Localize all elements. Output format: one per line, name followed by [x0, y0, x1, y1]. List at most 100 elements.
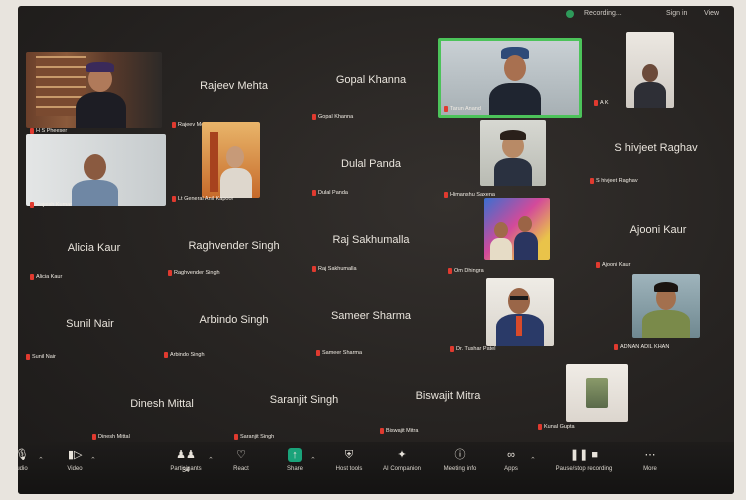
participant-tile-biswajit-mitra[interactable]: Biswajit Mitra Biswajit Mitra	[378, 380, 518, 440]
host-tools-label: Host tools	[335, 466, 363, 472]
participant-tile-ajooni-kaur[interactable]: Ajooni Kaur Ajooni Kaur	[590, 218, 726, 280]
microphone-icon: 🎙	[18, 449, 29, 461]
participant-name-label: Rajnish Kumar	[30, 202, 72, 208]
participant-name-label: Tarun Anand	[444, 106, 481, 112]
turban	[86, 62, 114, 72]
apps-icon: ∞	[507, 449, 515, 461]
participant-name: Raj Sakhumalla	[318, 266, 357, 272]
participant-name: Dinesh Mittal	[98, 434, 130, 440]
participant-name: S hivjeet Raghav	[596, 178, 638, 184]
participant-name: Sameer Sharma	[322, 350, 363, 356]
participant-tile-sunil-nair[interactable]: Sunil Nair Sunil Nair	[22, 304, 158, 368]
participant-video	[484, 198, 550, 260]
apps-options-chevron-icon[interactable]: ⌃	[530, 456, 536, 464]
muted-mic-icon	[538, 424, 542, 430]
participant-display-name: Rajeev Mehta	[200, 80, 268, 92]
share-options-chevron-icon[interactable]: ⌃	[310, 456, 316, 464]
participant-name: Tarun Anand	[450, 106, 481, 112]
participant-display-name: Saranjit Singh	[269, 394, 339, 406]
ai-companion-button[interactable]: ✦ AI Companion	[370, 448, 434, 472]
hair	[654, 282, 678, 292]
pause-stop-recording-button[interactable]: ❚❚ ■ Pause/stop recording	[542, 448, 626, 472]
participant-tile-shivjeet-raghav[interactable]: S hivjeet Raghav S hivjeet Raghav	[586, 126, 726, 200]
participant-name-label: Ajooni Kaur	[596, 262, 630, 268]
participant-tile-kunal-gupta[interactable]: Kunal Gupta	[522, 362, 642, 438]
pause-stop-label: Pause/stop recording	[555, 466, 613, 472]
muted-mic-icon	[450, 346, 454, 352]
participant-name: Sunil Nair	[32, 354, 56, 360]
participant-tile-raj-sakhumalla[interactable]: Raj Sakhumalla Raj Sakhumalla	[306, 214, 436, 282]
recording-label: Recording...	[584, 10, 622, 17]
participant-name: Arbindo Singh	[170, 352, 205, 358]
participant-name-label: Dulal Panda	[312, 190, 348, 196]
participant-name-label: Saranjit Singh	[234, 434, 274, 440]
participant-tile-tarun-anand[interactable]: Tarun Anand	[438, 38, 582, 118]
participant-name: Om Dhingra	[454, 268, 484, 274]
participant-body	[634, 82, 666, 108]
muted-mic-icon	[164, 352, 168, 358]
participant-tile-saranjit-singh[interactable]: Saranjit Singh Saranjit Singh	[234, 382, 374, 442]
muted-mic-icon	[234, 434, 238, 440]
participant-tile-om-dhingra[interactable]: Om Dhingra	[444, 198, 584, 278]
participant-name-label: Raghvender Singh	[168, 270, 220, 276]
participant-video	[26, 134, 166, 206]
participant-body	[494, 158, 532, 186]
participant-tile-rajnish-kumar[interactable]: Rajnish Kumar	[26, 134, 166, 210]
participant-name: Dulal Panda	[318, 190, 348, 196]
participant-display-name: Biswajit Mitra	[415, 390, 481, 402]
participant-tile-sameer-sharma[interactable]: Sameer Sharma Sameer Sharma	[306, 298, 436, 364]
participant-tile-gopal-khanna[interactable]: Gopal Khanna Gopal Khanna	[306, 52, 436, 134]
participant-avatar	[494, 222, 508, 238]
participant-tile-anil-kapoor[interactable]: Lt General Anil Kapoor	[168, 120, 304, 204]
muted-mic-icon	[596, 262, 600, 268]
participant-name: Ajooni Kaur	[602, 262, 631, 268]
participant-tile-tushar-patel[interactable]: Dr. Tushar Patel	[448, 278, 588, 358]
muted-mic-icon	[448, 268, 452, 274]
participant-tile-dinesh-mittal[interactable]: Dinesh Mittal Dinesh Mittal	[92, 384, 232, 442]
more-button[interactable]: ⋯ More	[622, 448, 678, 472]
muted-mic-icon	[444, 106, 448, 112]
participant-tile-himanshu-saxena[interactable]: Himanshu Saxena	[440, 120, 582, 200]
participant-body	[72, 180, 118, 206]
participant-body	[642, 310, 690, 338]
react-button[interactable]: ♡ React	[214, 448, 268, 472]
meeting-info-button[interactable]: ⓘ Meeting info	[428, 448, 492, 472]
participant-tile-ak[interactable]: A K	[590, 32, 720, 116]
participant-tile-adnan-adil-khan[interactable]: ADNAN ADIL KHAN	[596, 272, 722, 354]
participants-options-chevron-icon[interactable]: ⌃	[208, 456, 214, 464]
video-options-chevron-icon[interactable]: ⌃	[90, 456, 96, 464]
participant-name-label: ADNAN ADIL KHAN	[614, 344, 669, 350]
muted-mic-icon	[30, 202, 34, 208]
ai-companion-label: AI Companion	[382, 466, 422, 472]
more-label: More	[643, 466, 657, 472]
participants-label: Participants	[170, 466, 202, 472]
participant-tile-dulal-panda[interactable]: Dulal Panda Dulal Panda	[306, 134, 436, 208]
audio-options-chevron-icon[interactable]: ⌃	[38, 456, 44, 464]
muted-mic-icon	[316, 350, 320, 356]
participant-name: Alicia Kaur	[36, 274, 63, 280]
sign-in-link[interactable]: Sign in	[666, 10, 687, 17]
participant-tile-hs-pheeser[interactable]: H S Pheeser	[26, 52, 162, 134]
apps-label: Apps	[504, 466, 518, 472]
participant-display-name: S hivjeet Raghav	[614, 142, 698, 154]
participant-tile-raghvender-singh[interactable]: Raghvender Singh Raghvender Singh	[164, 218, 304, 284]
participant-video	[26, 52, 162, 128]
participant-avatar	[226, 146, 244, 168]
recording-indicator-icon	[566, 10, 574, 18]
participant-video	[480, 120, 546, 186]
meeting-toolbar: 🎙 udio ⌃ ▮▷ Video ⌃ ♟♟ 34 Participants ⌃…	[18, 442, 734, 494]
participant-name: ADNAN ADIL KHAN	[620, 344, 670, 350]
participant-body	[489, 83, 541, 115]
participant-name-label: Biswajit Mitra	[380, 428, 418, 434]
participant-display-name: Sunil Nair	[66, 318, 114, 330]
top-bar: Recording... Sign in View	[18, 6, 734, 22]
participant-body	[490, 238, 512, 260]
participant-name-label: Arbindo Singh	[164, 352, 205, 358]
view-button[interactable]: View	[704, 10, 719, 17]
participant-avatar	[508, 288, 530, 314]
participant-tile-arbindo-singh[interactable]: Arbindo Singh Arbindo Singh	[164, 300, 304, 364]
participant-name-label: Sunil Nair	[26, 354, 56, 360]
participant-tile-alicia-kaur[interactable]: Alicia Kaur Alicia Kaur	[26, 218, 162, 288]
participant-name-label: Lt General Anil Kapoor	[172, 196, 233, 202]
muted-mic-icon	[594, 100, 598, 106]
